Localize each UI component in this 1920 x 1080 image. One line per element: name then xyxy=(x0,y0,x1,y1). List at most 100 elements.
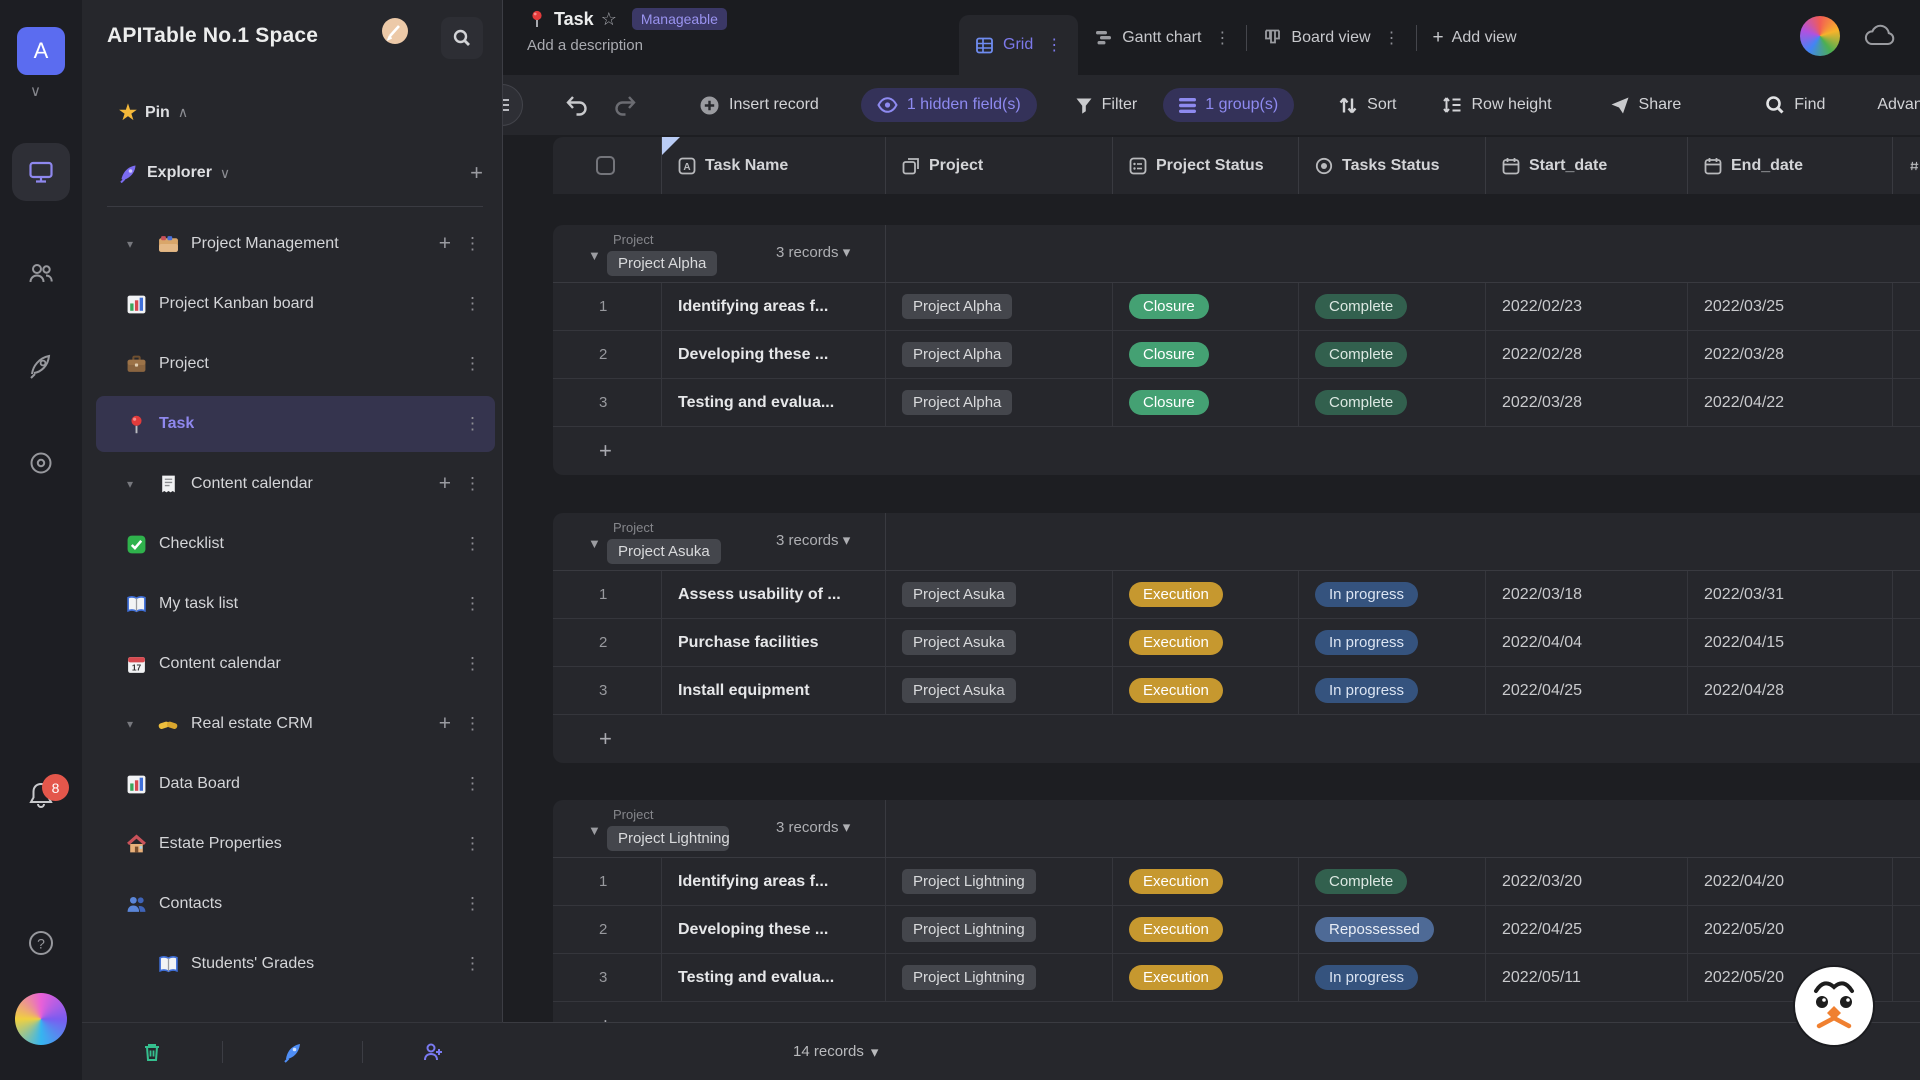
project-cell[interactable]: Project Asuka xyxy=(885,667,1112,714)
row-number-cell[interactable]: 3 xyxy=(553,379,661,426)
sidebar-item-content-calendar[interactable]: 17 Content calendar ⋮ xyxy=(82,634,503,694)
sidebar-item-data-board[interactable]: Data Board ⋮ xyxy=(82,754,503,814)
end-date-cell[interactable]: 2022/04/20 xyxy=(1687,858,1892,905)
task-name-cell[interactable]: Identifying areas f... xyxy=(661,858,885,905)
sidebar-item-checklist[interactable]: Checklist ⋮ xyxy=(82,514,503,574)
tasks-status-cell[interactable]: In progress xyxy=(1298,667,1485,714)
group-value-chip[interactable]: Project Asuka xyxy=(607,539,721,564)
end-date-cell[interactable]: 2022/04/15 xyxy=(1687,619,1892,666)
settings-button[interactable] xyxy=(26,448,56,478)
project-cell[interactable]: Project Lightning xyxy=(885,906,1112,953)
add-node-button[interactable]: + xyxy=(439,232,451,256)
space-title[interactable]: APITable No.1 Space xyxy=(107,24,318,48)
collapse-group-icon[interactable]: ▼ xyxy=(588,248,601,263)
table-row[interactable]: 2 Developing these ... Project Alpha Closur… xyxy=(553,331,1920,379)
add-node-button[interactable]: + xyxy=(439,472,451,496)
row-number-cell[interactable]: 1 xyxy=(553,571,661,618)
row-number-cell[interactable]: 3 xyxy=(553,954,661,1001)
project-cell[interactable]: Project Alpha xyxy=(885,379,1112,426)
space-avatar[interactable]: A xyxy=(17,27,65,75)
row-number-cell[interactable]: 1 xyxy=(553,858,661,905)
extra-cell[interactable] xyxy=(1892,954,1920,1001)
task-name-cell[interactable]: Purchase facilities xyxy=(661,619,885,666)
explorer-section[interactable]: Explorer ∨ + xyxy=(119,160,483,186)
start-date-cell[interactable]: 2022/02/28 xyxy=(1485,331,1687,378)
sidebar-item-project[interactable]: Project ⋮ xyxy=(82,334,503,394)
chevron-down-icon[interactable]: ∨ xyxy=(220,165,230,182)
tasks-status-cell[interactable]: Complete xyxy=(1298,331,1485,378)
table-row[interactable]: 3 Testing and evalua... Project Lightning E… xyxy=(553,954,1920,1002)
expand-triangle-icon[interactable]: ▾ xyxy=(127,717,141,731)
start-date-cell[interactable]: 2022/04/25 xyxy=(1485,667,1687,714)
sidebar-item-my-task-list[interactable]: My task list ⋮ xyxy=(82,574,503,634)
column-header-start-date[interactable]: Start_date xyxy=(1485,137,1687,194)
sidebar-item-contacts[interactable]: Contacts ⋮ xyxy=(82,874,503,934)
tasks-status-cell[interactable]: Repossessed xyxy=(1298,906,1485,953)
table-row[interactable]: 1 Identifying areas f... Project Lightning… xyxy=(553,858,1920,906)
extra-cell[interactable] xyxy=(1892,667,1920,714)
column-header-end-date[interactable]: End_date xyxy=(1687,137,1892,194)
column-header-project[interactable]: Project xyxy=(885,137,1112,194)
tasks-status-cell[interactable]: In progress xyxy=(1298,619,1485,666)
task-name-cell[interactable]: Developing these ... xyxy=(661,906,885,953)
tasks-status-cell[interactable]: Complete xyxy=(1298,379,1485,426)
sidebar-item-estate-properties[interactable]: Estate Properties ⋮ xyxy=(82,814,503,874)
tasks-status-cell[interactable]: Complete xyxy=(1298,283,1485,330)
project-status-cell[interactable]: Execution xyxy=(1112,667,1298,714)
more-icon[interactable]: ⋮ xyxy=(464,954,481,974)
group-value-chip[interactable]: Project Lightning xyxy=(607,826,729,851)
project-cell[interactable]: Project Asuka xyxy=(885,571,1112,618)
add-record-row[interactable]: + xyxy=(553,427,1920,475)
contacts-button[interactable] xyxy=(26,258,56,288)
project-cell[interactable]: Project Lightning xyxy=(885,858,1112,905)
search-button[interactable] xyxy=(441,17,483,59)
project-cell[interactable]: Project Alpha xyxy=(885,331,1112,378)
help-button[interactable]: ? xyxy=(26,928,56,958)
project-cell[interactable]: Project Alpha xyxy=(885,283,1112,330)
project-cell[interactable]: Project Lightning xyxy=(885,954,1112,1001)
more-icon[interactable]: ⋮ xyxy=(464,834,481,854)
start-date-cell[interactable]: 2022/03/18 xyxy=(1485,571,1687,618)
more-icon[interactable]: ⋮ xyxy=(464,414,481,434)
more-icon[interactable]: ⋮ xyxy=(464,894,481,914)
start-date-cell[interactable]: 2022/03/28 xyxy=(1485,379,1687,426)
sidebar-item-content-calendar[interactable]: ▾ Content calendar + ⋮ xyxy=(82,454,503,514)
column-header-project-status[interactable]: Project Status xyxy=(1112,137,1298,194)
extra-cell[interactable] xyxy=(1892,619,1920,666)
end-date-cell[interactable]: 2022/04/22 xyxy=(1687,379,1892,426)
extra-cell[interactable] xyxy=(1892,571,1920,618)
add-node-button[interactable]: + xyxy=(470,160,483,186)
select-all-cell[interactable] xyxy=(553,137,661,194)
start-date-cell[interactable]: 2022/04/25 xyxy=(1485,906,1687,953)
column-header-partial[interactable] xyxy=(1892,137,1920,194)
invite-member-button[interactable] xyxy=(363,1041,503,1063)
sidebar-item-task[interactable]: Task ⋮ xyxy=(82,394,503,454)
more-icon[interactable]: ⋮ xyxy=(464,534,481,554)
table-row[interactable]: 2 Purchase facilities Project Asuka Executi… xyxy=(553,619,1920,667)
task-name-cell[interactable]: Identifying areas f... xyxy=(661,283,885,330)
row-number-cell[interactable]: 2 xyxy=(553,619,661,666)
project-status-cell[interactable]: Execution xyxy=(1112,858,1298,905)
group-record-count[interactable]: 3 records ▾ xyxy=(776,243,850,261)
task-name-cell[interactable]: Install equipment xyxy=(661,667,885,714)
project-status-cell[interactable]: Execution xyxy=(1112,619,1298,666)
tasks-status-cell[interactable]: In progress xyxy=(1298,571,1485,618)
expand-triangle-icon[interactable]: ▾ xyxy=(127,477,141,491)
group-header[interactable]: ▼ Project Project Lightning 3 records ▾ xyxy=(553,800,1920,858)
project-status-cell[interactable]: Closure xyxy=(1112,331,1298,378)
table-row[interactable]: 3 Install equipment Project Asuka Execution… xyxy=(553,667,1920,715)
column-header-tasks-status[interactable]: Tasks Status xyxy=(1298,137,1485,194)
table-row[interactable]: 1 Identifying areas f... Project Alpha Clos… xyxy=(553,283,1920,331)
row-number-cell[interactable]: 2 xyxy=(553,906,661,953)
extra-cell[interactable] xyxy=(1892,858,1920,905)
pin-section[interactable]: ★ Pin ∧ xyxy=(119,100,188,125)
record-count[interactable]: 14 records ▾ xyxy=(793,1043,878,1061)
project-status-cell[interactable]: Execution xyxy=(1112,906,1298,953)
sidebar-item-project-kanban-board[interactable]: Project Kanban board ⋮ xyxy=(82,274,503,334)
row-number-cell[interactable]: 3 xyxy=(553,667,661,714)
task-name-cell[interactable]: Assess usability of ... xyxy=(661,571,885,618)
extra-cell[interactable] xyxy=(1892,379,1920,426)
more-icon[interactable]: ⋮ xyxy=(464,654,481,674)
sidebar-item-students-grades[interactable]: Students' Grades ⋮ xyxy=(82,934,503,994)
table-row[interactable]: 2 Developing these ... Project Lightning Ex… xyxy=(553,906,1920,954)
